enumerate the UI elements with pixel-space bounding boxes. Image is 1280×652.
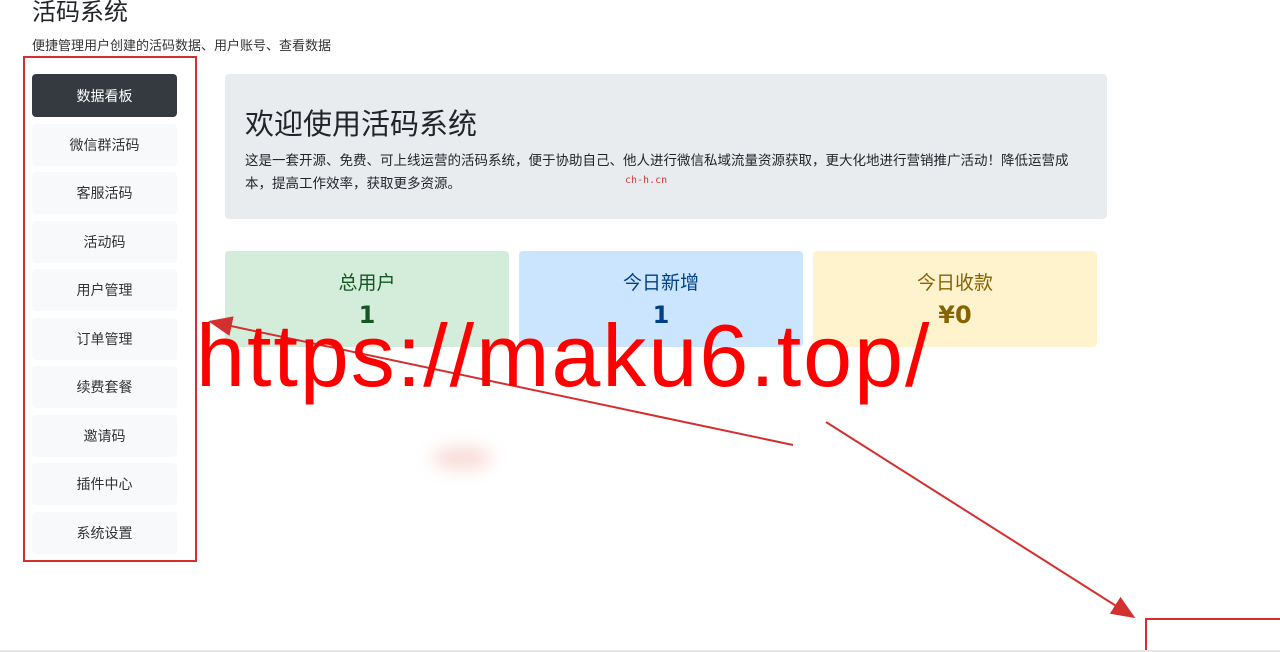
highlight-box-corner bbox=[1145, 618, 1280, 652]
page: 活码系统 便捷管理用户创建的活码数据、用户账号、查看数据 数据看板 微信群活码 … bbox=[0, 0, 1280, 652]
highlight-box-sidebar bbox=[23, 56, 197, 562]
annotation-arrow-right bbox=[825, 421, 1136, 619]
url-watermark: https://maku6.top/ bbox=[196, 306, 932, 405]
